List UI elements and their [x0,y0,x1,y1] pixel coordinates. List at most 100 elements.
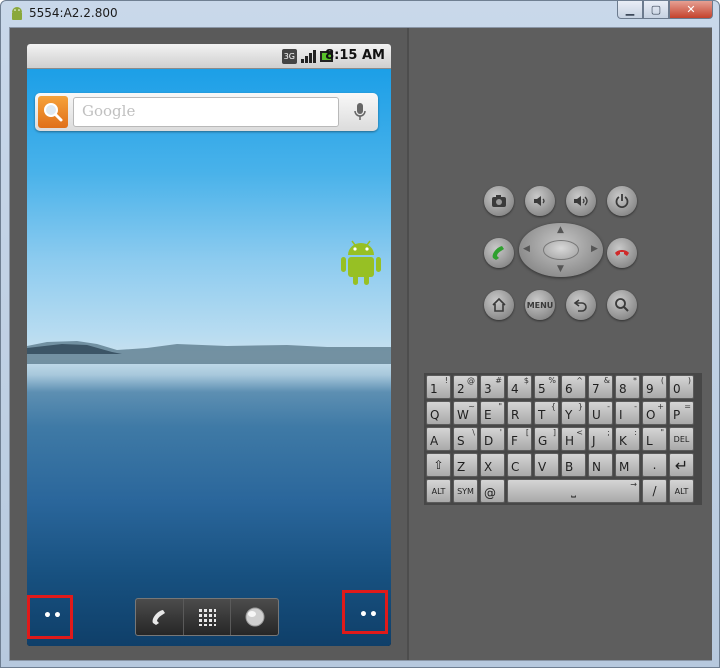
search-input[interactable]: Google [73,97,339,127]
maximize-button[interactable]: ▢ [643,1,669,19]
device-screen[interactable]: 3G 8:15 AM Google •• •• [27,44,391,646]
key-period[interactable]: . [642,453,667,477]
dpad-up-icon[interactable]: ▲ [557,225,564,235]
call-button[interactable] [484,238,514,268]
back-arrow-icon [573,299,587,312]
search-hw-button[interactable] [607,290,637,320]
emulator-window: 5554:A2.2.800 ▁ ▢ ✕ 3G 8:15 AM Google ••… [0,0,720,668]
key-enter[interactable]: ↵ [669,453,694,477]
home-button[interactable] [484,290,514,320]
apps-grid-icon [199,609,216,626]
key-2[interactable]: @2 [453,375,478,399]
back-button[interactable] [566,290,596,320]
title-bar[interactable]: 5554:A2.2.800 ▁ ▢ ✕ [1,1,719,27]
controls-pane: ▲ ▼ ◀ ▶ MENU ! 1 @ 2 # 3 $ 4 % 5 ^ 6 & 7… [409,28,712,660]
close-icon: ✕ [686,3,696,16]
key-alt-left[interactable]: ALT [426,479,451,503]
key-r[interactable]: R [507,401,532,425]
volume-up-icon [574,196,588,206]
key-7[interactable]: & 7 [588,375,613,399]
key-o[interactable]: + O [642,401,667,425]
key-i[interactable]: -I [615,401,640,425]
key-6[interactable]: ^ 6 [561,375,586,399]
camera-button[interactable] [484,186,514,216]
key-b[interactable]: B [561,453,586,477]
key-l[interactable]: " L [642,427,667,451]
left-screen-dots[interactable]: •• [43,608,63,624]
android-app-icon [12,7,22,20]
key-del[interactable]: DEL [669,427,694,451]
key-alt-right[interactable]: ALT [669,479,694,503]
key-shift[interactable]: ⇧ [426,453,451,477]
volume-down-icon [534,196,545,206]
key-1[interactable]: ! 1 [426,375,451,399]
key-e[interactable]: " E [480,401,505,425]
google-search-widget[interactable]: Google [35,93,378,131]
hardware-keyboard: ! 1 @2 #3 $4 % 5 ^ 6 & 7 * 8 (9 ) 0 Q ~ W " E R … [424,373,702,505]
key-3[interactable]: #3 [480,375,505,399]
key-q[interactable]: Q [426,401,451,425]
dock-phone-button[interactable] [136,599,184,635]
status-time: 8:15 AM [325,48,385,63]
highlight-box-right: •• [342,590,388,634]
home-wallpaper[interactable] [27,69,391,646]
close-button[interactable]: ✕ [669,1,713,19]
camera-icon [492,195,506,207]
key-u[interactable]: -U [588,401,613,425]
dpad-left-icon[interactable]: ◀ [523,244,530,254]
key-space[interactable]: → ⎵ [507,479,640,503]
key-j[interactable]: ; J [588,427,613,451]
key-w[interactable]: ~ W [453,401,478,425]
dpad-down-icon[interactable]: ▼ [557,264,564,274]
key-a[interactable]: A [426,427,451,451]
key-9[interactable]: (9 [642,375,667,399]
key-5[interactable]: % 5 [534,375,559,399]
highlight-box-left: •• [27,595,73,639]
dpad-right-icon[interactable]: ▶ [591,244,598,254]
key-0[interactable]: ) 0 [669,375,694,399]
status-bar[interactable]: 3G 8:15 AM [27,44,391,69]
key-s[interactable]: \ S [453,427,478,451]
dpad[interactable]: ▲ ▼ ◀ ▶ [519,223,603,277]
menu-button[interactable]: MENU [525,290,555,320]
key-8[interactable]: * 8 [615,375,640,399]
shift-icon: ⇧ [433,458,444,472]
key-k[interactable]: :K [615,427,640,451]
volume-down-button[interactable] [525,186,555,216]
browser-globe-icon [245,607,265,627]
minimize-button[interactable]: ▁ [617,1,643,19]
key-d[interactable]: ' D [480,427,505,451]
android-market-icon[interactable] [340,237,382,287]
key-f[interactable]: [F [507,427,532,451]
network-3g-icon: 3G [281,49,297,64]
voice-search-button[interactable] [348,97,372,127]
dpad-center-button[interactable] [543,240,579,260]
key-sym[interactable]: SYM [453,479,478,503]
key-y[interactable]: } Y [561,401,586,425]
right-screen-dots[interactable]: •• [359,607,379,623]
space-icon: ⎵ [571,483,576,498]
volume-up-button[interactable] [566,186,596,216]
key-4[interactable]: $4 [507,375,532,399]
search-icon [44,103,63,122]
key-x[interactable]: X [480,453,505,477]
search-button[interactable] [38,96,68,128]
key-h[interactable]: < H [561,427,586,451]
dock-browser-button[interactable] [231,599,278,635]
emulator-client-area: 3G 8:15 AM Google •• •• ▲ ▼ ◀ ▶ MENU ! 1… [9,27,712,661]
power-button[interactable] [607,186,637,216]
key-p[interactable]: = P [669,401,694,425]
signal-icon [301,50,316,63]
key-t[interactable]: {T [534,401,559,425]
key-v[interactable]: V [534,453,559,477]
end-call-button[interactable] [607,238,637,268]
key-c[interactable]: C [507,453,532,477]
maximize-icon: ▢ [650,3,662,16]
key-at[interactable]: @ [480,479,505,503]
key-slash[interactable]: / [642,479,667,503]
key-z[interactable]: Z [453,453,478,477]
dock-apps-button[interactable] [184,599,232,635]
key-m[interactable]: M [615,453,640,477]
key-g[interactable]: ] G [534,427,559,451]
key-n[interactable]: N [588,453,613,477]
